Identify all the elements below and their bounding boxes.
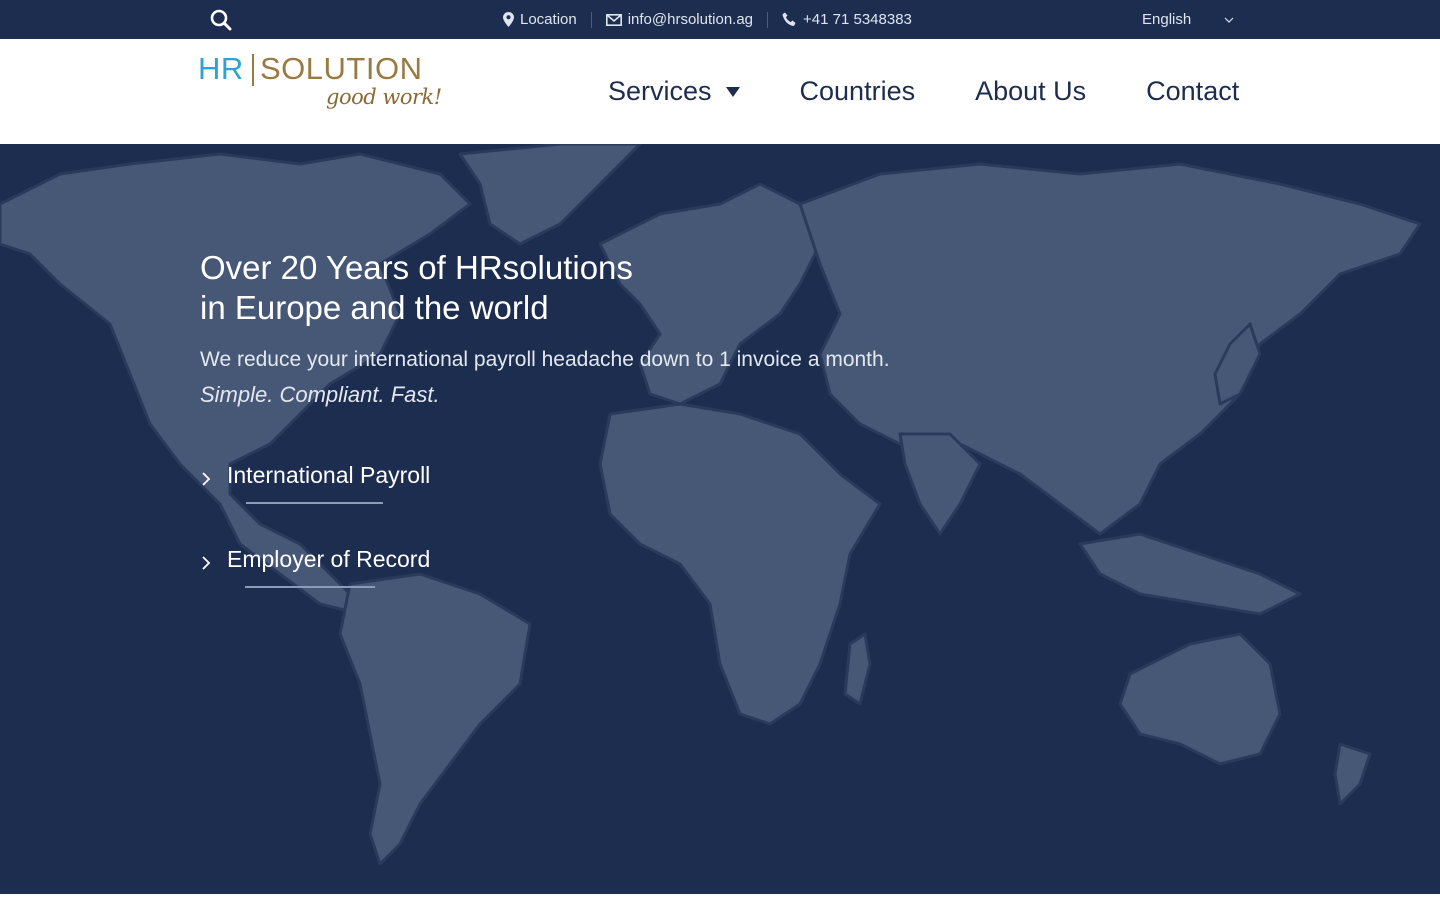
nav-item-label: Contact <box>1146 76 1240 106</box>
logo-divider <box>252 54 254 86</box>
link-label: Employer of Record <box>227 546 431 572</box>
logo-hr-text: HR <box>198 51 244 86</box>
hero-content: Over 20 Years of HRsolutions in Europe a… <box>200 248 960 408</box>
email-link[interactable]: info@hrsolution.ag <box>605 11 754 28</box>
international-payroll-link[interactable]: International Payroll <box>200 462 600 546</box>
logo-solution-text: SOLUTION <box>260 51 423 86</box>
employer-of-record-link[interactable]: Employer of Record <box>200 546 600 630</box>
chevron-right-icon <box>202 472 211 486</box>
language-label: English <box>1142 11 1192 28</box>
nav-item-label: About Us <box>975 76 1087 106</box>
location-link[interactable]: Location <box>503 11 577 28</box>
phone-icon <box>782 12 796 26</box>
envelope-icon <box>605 13 622 26</box>
nav-item-services[interactable]: Services <box>608 76 740 107</box>
hero-lead: We reduce your international payroll hea… <box>200 348 890 371</box>
nav-item-label: Services <box>608 76 712 106</box>
hero-tagline: Simple. Compliant. Fast. <box>200 382 440 407</box>
top-bar: Location info@hrsolution.ag +41 71 53483… <box>0 0 1440 39</box>
email-label: info@hrsolution.ag <box>627 11 754 28</box>
location-label: Location <box>520 11 577 28</box>
divider <box>590 11 592 28</box>
hero-links: International Payroll Employer of Record <box>200 462 600 630</box>
logo-tagline: good work! <box>326 85 442 109</box>
phone-link[interactable]: +41 71 5348383 <box>782 11 912 28</box>
nav-item-about-us[interactable]: About Us <box>975 76 1086 107</box>
hero-title-line2: in Europe and the world <box>200 289 549 326</box>
location-pin-icon <box>503 12 514 27</box>
nav-item-label: Countries <box>799 76 916 106</box>
site-header: HR SOLUTION good work! Services Countrie… <box>0 39 1440 144</box>
link-underline <box>245 586 375 588</box>
link-underline <box>246 502 383 504</box>
divider <box>767 11 769 28</box>
nav-item-contact[interactable]: Contact <box>1146 76 1239 107</box>
nav-item-countries[interactable]: Countries <box>800 76 916 107</box>
logo[interactable]: HR SOLUTION good work! <box>196 51 456 131</box>
language-selector[interactable]: English <box>1142 0 1234 39</box>
chevron-right-icon <box>202 556 211 570</box>
hero-title: Over 20 Years of HRsolutions in Europe a… <box>200 248 960 328</box>
page-bottom-strip <box>0 894 1440 900</box>
hero-title-line1: Over 20 Years of HRsolutions <box>200 249 633 286</box>
link-label: International Payroll <box>227 462 431 488</box>
search-icon[interactable] <box>209 8 233 32</box>
main-nav: Services Countries About Us Contact <box>608 39 1239 144</box>
contact-links: Location info@hrsolution.ag +41 71 53483… <box>503 0 912 39</box>
chevron-down-icon <box>1224 17 1234 23</box>
phone-label: +41 71 5348383 <box>803 11 912 28</box>
dropdown-caret-icon <box>725 86 740 97</box>
